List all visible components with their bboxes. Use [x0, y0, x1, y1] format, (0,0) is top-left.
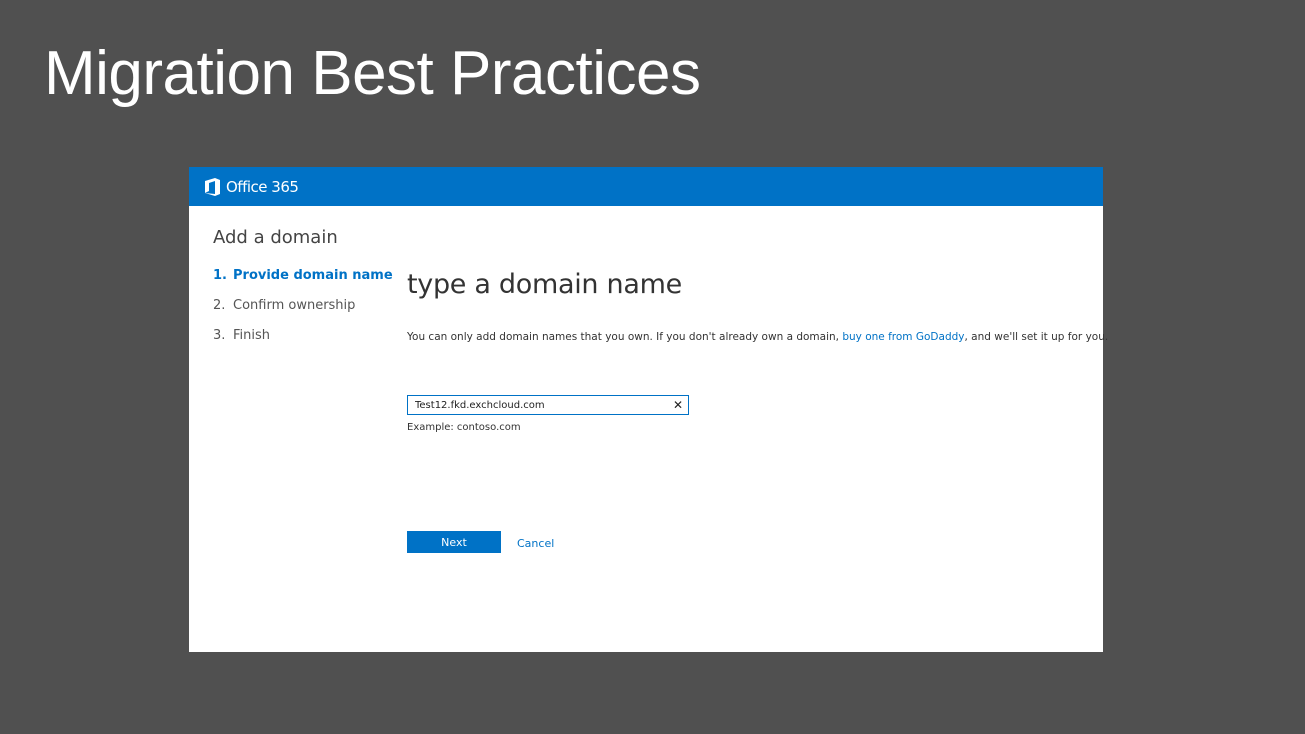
content-heading: type a domain name	[407, 269, 682, 300]
office365-window: Office 365 Add a domain 1. Provide domain…	[189, 167, 1108, 652]
next-button[interactable]: Next	[407, 531, 501, 553]
description-text-before: You can only add domain names that you o…	[407, 331, 843, 343]
step-confirm-ownership: 2. Confirm ownership	[213, 297, 393, 327]
domain-example-hint: Example: contoso.com	[407, 422, 521, 433]
office-logo-icon	[205, 177, 220, 196]
step-provide-domain-name: 1. Provide domain name	[213, 267, 393, 297]
step-number: 1.	[213, 268, 227, 283]
step-number: 2.	[213, 298, 226, 313]
wizard-steps: 1. Provide domain name 2. Confirm ownershi…	[213, 267, 393, 357]
description-text-after: , and we'll set it up for you.	[964, 331, 1109, 343]
step-finish: 3. Finish	[213, 327, 393, 357]
step-number: 3.	[213, 328, 226, 343]
domain-name-field: ✕	[407, 395, 689, 415]
domain-description: You can only add domain names that you o…	[407, 331, 1108, 343]
cancel-link[interactable]: Cancel	[517, 537, 554, 550]
office365-brand[interactable]: Office 365	[226, 178, 299, 196]
domain-name-input[interactable]	[408, 397, 668, 413]
step-label: Confirm ownership	[233, 298, 356, 313]
buy-domain-link[interactable]: buy one from GoDaddy	[842, 331, 964, 343]
slide-title: Migration Best Practices	[44, 39, 701, 108]
step-label: Finish	[233, 328, 271, 343]
office365-header-bar: Office 365	[189, 167, 1103, 206]
close-icon[interactable]: ✕	[668, 398, 688, 412]
page-heading: Add a domain	[213, 227, 338, 248]
step-label: Provide domain name	[233, 268, 393, 283]
